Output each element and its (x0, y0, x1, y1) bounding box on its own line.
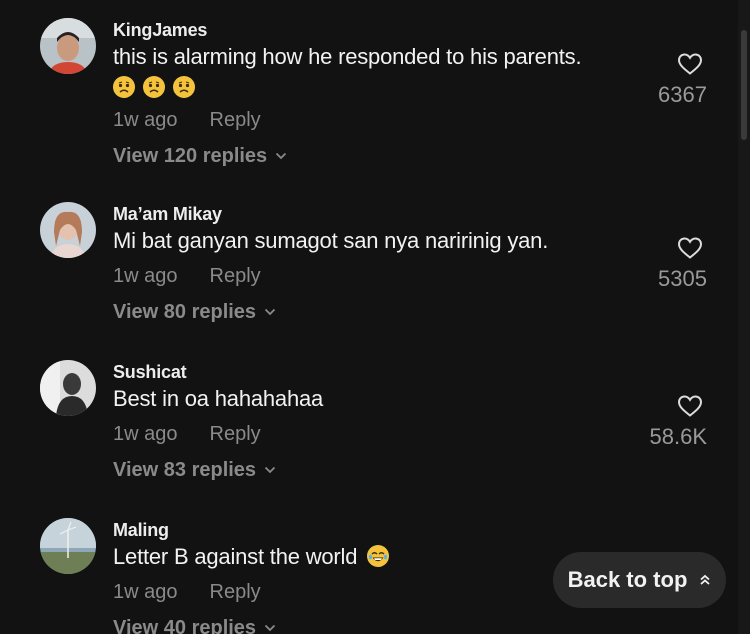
like-count: 58.6K (649, 424, 708, 449)
view-replies-label: View 83 replies (113, 459, 257, 481)
back-to-top-button[interactable]: Back to top (553, 552, 726, 608)
tears-of-joy-icon (367, 545, 390, 567)
double-chevron-up-icon (700, 574, 710, 585)
view-replies-button[interactable]: View 80 replies (113, 298, 705, 326)
reply-button[interactable]: Reply (210, 262, 261, 290)
avatar[interactable] (40, 18, 96, 74)
like-button[interactable]: 6367 (637, 52, 707, 110)
comment-text-content: Letter B against the world (113, 544, 358, 569)
heart-icon[interactable] (677, 236, 703, 260)
comment-text: this is alarming how he responded to his… (113, 44, 582, 69)
like-button[interactable]: 58.6K (637, 394, 707, 452)
view-replies-label: View 120 replies (113, 145, 268, 167)
avatar[interactable] (40, 360, 96, 416)
heart-icon[interactable] (677, 394, 703, 418)
view-replies-button[interactable]: View 120 replies (113, 142, 705, 170)
reply-button[interactable]: Reply (210, 420, 261, 448)
comment-username[interactable]: KingJames (113, 18, 705, 42)
avatar[interactable] (40, 202, 96, 258)
emoji-row (113, 74, 705, 100)
chevron-down-icon (264, 466, 276, 474)
heart-icon[interactable] (677, 52, 703, 76)
worried-face-icon (173, 76, 195, 98)
scrollbar-thumb[interactable] (741, 30, 747, 140)
comments-panel: KingJames this is alarming how he respon… (0, 0, 750, 634)
like-count: 6367 (658, 82, 707, 107)
comment-username[interactable]: Maling (113, 518, 705, 542)
like-count: 5305 (658, 266, 707, 291)
comment-username[interactable]: Ma’am Mikay (113, 202, 705, 226)
comment-text: Mi bat ganyan sumagot san nya naririnig … (113, 228, 549, 253)
view-replies-label: View 40 replies (113, 617, 257, 634)
view-replies-button[interactable]: View 83 replies (113, 456, 705, 484)
comment-meta: 1w ago Reply (113, 420, 705, 448)
chevron-down-icon (264, 308, 276, 316)
worried-face-icon (113, 76, 135, 98)
avatar[interactable] (40, 518, 96, 574)
reply-button[interactable]: Reply (210, 578, 261, 606)
worried-face-icon (143, 76, 165, 98)
view-replies-label: View 80 replies (113, 301, 257, 323)
like-button[interactable]: 5305 (637, 236, 707, 294)
comment-username[interactable]: Sushicat (113, 360, 705, 384)
comment-text: Best in oa hahahahaa (113, 386, 324, 411)
scrollbar[interactable] (738, 0, 750, 634)
chevron-down-icon (264, 624, 276, 632)
comment-meta: 1w ago Reply (113, 262, 705, 290)
comment-time: 1w ago (113, 581, 178, 603)
comment-time: 1w ago (113, 109, 178, 131)
comment-time: 1w ago (113, 423, 178, 445)
reply-button[interactable]: Reply (210, 106, 261, 134)
comment-time: 1w ago (113, 265, 178, 287)
comment-meta: 1w ago Reply (113, 106, 705, 134)
back-to-top-label: Back to top (567, 567, 688, 592)
chevron-down-icon (276, 152, 287, 160)
view-replies-button[interactable]: View 40 replies (113, 614, 705, 634)
